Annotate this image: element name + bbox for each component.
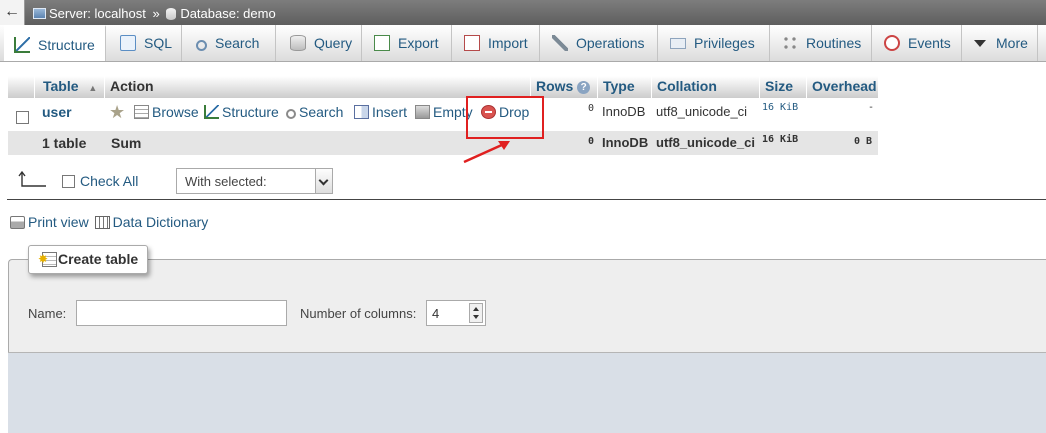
- name-label: Name:: [28, 306, 67, 321]
- insert-icon: [354, 105, 369, 119]
- tab-import[interactable]: Import: [452, 25, 540, 61]
- summary-engine: InnoDB: [602, 135, 649, 150]
- export-icon: [374, 35, 390, 51]
- divider: [7, 199, 1046, 200]
- query-icon: [290, 35, 306, 51]
- search-action[interactable]: Search: [286, 104, 343, 120]
- table-row: user ★ Browse Structure Search Insert Em…: [8, 98, 878, 131]
- header-size[interactable]: Size: [759, 76, 806, 98]
- search-icon: [286, 109, 296, 119]
- triangle-down-icon: [974, 40, 986, 47]
- header-table[interactable]: Table ▲: [34, 76, 105, 98]
- summary-size: 16 KiB: [762, 134, 799, 145]
- tab-export[interactable]: Export: [362, 25, 452, 61]
- privileges-icon: [670, 38, 686, 49]
- data-dictionary-link[interactable]: Data Dictionary: [94, 214, 208, 230]
- print-view-link[interactable]: Print view: [10, 214, 89, 230]
- breadcrumb-bar: ← Server: localhost » Database: demo: [0, 0, 1046, 25]
- new-table-icon: [38, 246, 57, 273]
- tab-routines[interactable]: Routines: [770, 25, 872, 61]
- help-icon[interactable]: ?: [577, 81, 591, 94]
- breadcrumb-server[interactable]: Server: localhost: [49, 6, 146, 21]
- tab-query[interactable]: Query: [276, 25, 362, 61]
- dictionary-icon: [94, 216, 110, 229]
- row-count: 0: [588, 103, 595, 114]
- fieldset-footer: [8, 352, 1046, 433]
- header-rows[interactable]: Rows ?: [530, 76, 597, 98]
- table-name-input[interactable]: [76, 300, 287, 326]
- row-size-link[interactable]: 16 KiB: [762, 102, 798, 113]
- page-links: Print view Data Dictionary: [10, 214, 208, 230]
- search-icon: [196, 40, 207, 51]
- sql-icon: [120, 35, 136, 51]
- row-engine: InnoDB: [602, 104, 646, 119]
- summary-count: 1 table: [42, 135, 87, 151]
- chevron-down-icon: [315, 169, 332, 193]
- sort-asc-icon: ▲: [88, 83, 98, 93]
- routines-icon: [782, 35, 798, 51]
- tab-privileges[interactable]: Privileges: [658, 25, 770, 61]
- drop-highlight-box: [466, 96, 544, 139]
- tab-sql[interactable]: SQL: [106, 25, 182, 61]
- summary-row: 1 table Sum 0 InnoDB utf8_unicode_ci 16 …: [8, 131, 878, 155]
- arrow-left-up-icon: [18, 170, 46, 187]
- table-name-link[interactable]: user: [42, 104, 72, 120]
- wrench-icon: [552, 35, 568, 51]
- summary-rows: 0: [588, 136, 595, 147]
- events-icon: [884, 35, 900, 51]
- import-icon: [464, 35, 480, 51]
- header-collation[interactable]: Collation: [651, 76, 759, 98]
- structure-icon: [204, 105, 219, 119]
- back-arrow-icon[interactable]: ←: [0, 0, 25, 25]
- row-collation: utf8_unicode_ci: [656, 104, 748, 119]
- breadcrumb: Server: localhost » Database: demo: [33, 5, 276, 21]
- tab-bar: Structure SQL Search Query Export Import…: [0, 25, 1046, 62]
- tab-operations[interactable]: Operations: [540, 25, 658, 61]
- browse-action[interactable]: Browse: [134, 104, 199, 120]
- favorite-star-icon[interactable]: ★: [109, 102, 128, 123]
- breadcrumb-database[interactable]: Database: demo: [180, 6, 275, 21]
- row-overhead: -: [868, 102, 875, 113]
- browse-icon: [134, 105, 149, 119]
- check-all-label[interactable]: Check All: [80, 173, 138, 189]
- header-action: Action: [104, 76, 534, 98]
- row-checkbox[interactable]: [16, 108, 29, 124]
- insert-action[interactable]: Insert: [354, 104, 407, 120]
- columns-count-input[interactable]: 4: [426, 300, 486, 326]
- check-all-checkbox[interactable]: [62, 175, 75, 188]
- with-selected-select[interactable]: With selected:: [176, 168, 333, 194]
- tab-events[interactable]: Events: [872, 25, 962, 61]
- tab-search[interactable]: Search: [182, 25, 276, 61]
- annotation-arrow-icon: [463, 141, 510, 164]
- tab-structure[interactable]: Structure: [4, 25, 106, 61]
- structure-icon: [14, 37, 30, 53]
- server-icon: [33, 8, 46, 20]
- columns-label: Number of columns:: [300, 306, 417, 321]
- header-type[interactable]: Type: [597, 76, 651, 98]
- empty-icon: [415, 105, 430, 119]
- summary-overhead: 0 B: [854, 136, 873, 147]
- header-overhead[interactable]: Overhead: [806, 76, 878, 98]
- tab-more[interactable]: More: [962, 25, 1038, 61]
- summary-label: Sum: [111, 135, 142, 151]
- summary-collation: utf8_unicode_ci: [656, 135, 755, 150]
- empty-action[interactable]: Empty: [415, 104, 473, 120]
- create-table-legend: Create table: [28, 245, 148, 274]
- printer-icon: [10, 216, 25, 229]
- breadcrumb-separator: »: [152, 6, 160, 22]
- spinner-icon[interactable]: [469, 303, 483, 323]
- database-icon: [166, 7, 177, 20]
- table-header: Table ▲ Action Rows ? Type Collation Siz…: [8, 76, 878, 98]
- structure-action[interactable]: Structure: [204, 104, 279, 120]
